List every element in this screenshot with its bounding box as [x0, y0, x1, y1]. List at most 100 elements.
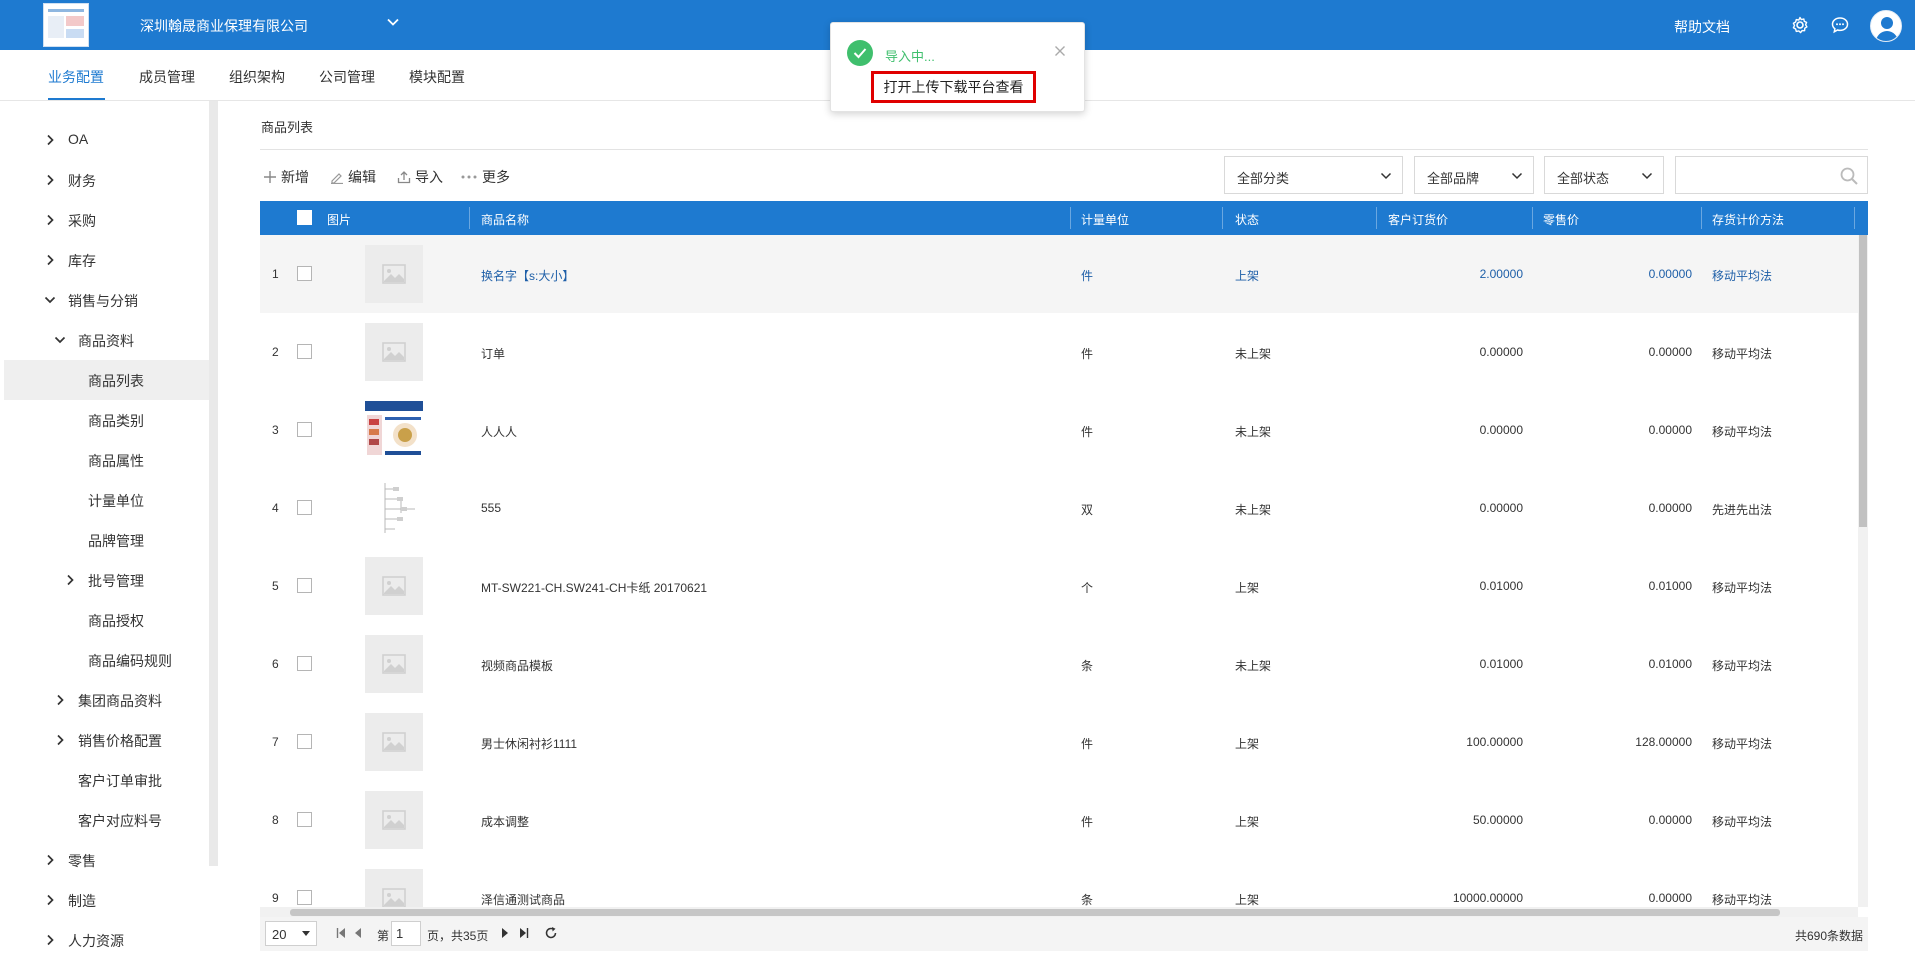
sidebar-item-0[interactable]: OA [0, 120, 209, 160]
edit-button[interactable]: 编辑 [330, 167, 376, 187]
table-row[interactable]: 5 MT-SW221-CH.SW241-CH卡纸 20170621 个 上架 0.010… [260, 547, 1858, 625]
sidebar-item-18[interactable]: 零售 [0, 840, 209, 880]
sidebar-item-1[interactable]: 财务 [0, 160, 209, 200]
first-page-icon[interactable] [336, 927, 346, 939]
table-row[interactable]: 8 成本调整 件 上架 50.00000 0.00000 移动平均法 [260, 781, 1858, 859]
chevron-down-icon[interactable] [386, 15, 400, 29]
sidebar-item-13[interactable]: 商品编码规则 [0, 640, 209, 680]
company-logo[interactable] [43, 3, 89, 47]
cell-name[interactable]: 人人人 [481, 423, 517, 440]
help-docs-link[interactable]: 帮助文档 [1674, 17, 1730, 37]
cell-name[interactable]: 换名字【s:大小】 [481, 267, 574, 284]
row-checkbox[interactable] [297, 500, 312, 515]
page-size-select[interactable]: 20 [265, 921, 317, 946]
user-avatar[interactable] [1870, 10, 1902, 42]
sidebar-item-14[interactable]: 集团商品资料 [0, 680, 209, 720]
image-placeholder-icon[interactable] [365, 245, 423, 303]
chevron-right-icon[interactable] [43, 173, 57, 187]
sidebar-item-11[interactable]: 批号管理 [0, 560, 209, 600]
add-button[interactable]: 新增 [263, 167, 309, 187]
row-checkbox[interactable] [297, 656, 312, 671]
sidebar-item-4[interactable]: 销售与分销 [0, 280, 209, 320]
sidebar-item-15[interactable]: 销售价格配置 [0, 720, 209, 760]
cell-name[interactable]: 视频商品模板 [481, 657, 553, 674]
table-horizontal-scrollbar[interactable] [260, 907, 1858, 917]
table-row[interactable]: 7 男士休闲衬衫1111 件 上架 100.00000 128.00000 移动平均法 [260, 703, 1858, 781]
tab-member-management[interactable]: 成员管理 [139, 67, 195, 87]
table-row[interactable]: 2 订单 件 未上架 0.00000 0.00000 移动平均法 [260, 313, 1858, 391]
status-filter[interactable]: 全部状态 [1544, 156, 1664, 194]
last-page-icon[interactable] [519, 927, 529, 939]
table-row[interactable]: 4 555 双 未上架 0.00000 0.00000 先进先出法 [260, 469, 1858, 547]
tab-module-config[interactable]: 模块配置 [409, 67, 465, 87]
cell-name[interactable]: 男士休闲衬衫1111 [481, 735, 577, 752]
search-input[interactable] [1682, 165, 1832, 187]
sidebar-item-2[interactable]: 采购 [0, 200, 209, 240]
chevron-down-icon[interactable] [43, 293, 57, 307]
refresh-icon[interactable] [544, 926, 558, 940]
gear-icon[interactable] [1790, 15, 1810, 35]
image-placeholder-icon[interactable] [365, 635, 423, 693]
column-header-retail-price[interactable]: 零售价 [1543, 211, 1579, 228]
row-checkbox[interactable] [297, 344, 312, 359]
sidebar-item-16[interactable]: 客户订单审批 [0, 760, 209, 800]
chevron-right-icon[interactable] [53, 693, 67, 707]
close-icon[interactable] [1054, 45, 1066, 57]
product-thumbnail[interactable] [365, 401, 423, 459]
row-checkbox[interactable] [297, 266, 312, 281]
row-checkbox[interactable] [297, 812, 312, 827]
chevron-down-icon[interactable] [53, 333, 67, 347]
cell-name[interactable]: 泽信通测试商品 [481, 891, 565, 907]
company-name[interactable]: 深圳翰晟商业保理有限公司 [140, 16, 308, 36]
chevron-right-icon[interactable] [43, 253, 57, 267]
image-placeholder-icon[interactable] [365, 557, 423, 615]
column-header-costing-method[interactable]: 存货计价方法 [1712, 211, 1784, 228]
brand-filter[interactable]: 全部品牌 [1414, 156, 1534, 194]
page-number-input[interactable]: 1 [391, 921, 421, 946]
sidebar-item-9[interactable]: 计量单位 [0, 480, 209, 520]
image-placeholder-icon[interactable] [365, 791, 423, 849]
sidebar-scrollbar[interactable] [209, 101, 218, 866]
cell-name[interactable]: 订单 [481, 345, 505, 362]
category-filter[interactable]: 全部分类 [1224, 156, 1403, 194]
row-checkbox[interactable] [297, 890, 312, 905]
chat-icon[interactable] [1830, 15, 1850, 35]
table-row[interactable]: 6 视频商品模板 条 未上架 0.01000 0.01000 移动平均法 [260, 625, 1858, 703]
table-row[interactable]: 1 换名字【s:大小】 件 上架 2.00000 0.00000 移动平均法 [260, 235, 1858, 313]
import-button[interactable]: 导入 [397, 167, 443, 187]
sidebar-item-6[interactable]: 商品列表 [4, 360, 209, 400]
previous-page-icon[interactable] [354, 927, 362, 939]
cell-name[interactable]: MT-SW221-CH.SW241-CH卡纸 20170621 [481, 579, 707, 596]
chevron-right-icon[interactable] [43, 213, 57, 227]
column-header-image[interactable]: 图片 [327, 211, 351, 228]
image-placeholder-icon[interactable] [365, 869, 423, 907]
more-button[interactable]: 更多 [460, 167, 510, 187]
table-row[interactable]: 3 人人人 件 未上架 0.00000 0.00000 移动平均法 [260, 391, 1858, 469]
sidebar-item-20[interactable]: 人力资源 [0, 920, 209, 960]
search-icon[interactable] [1839, 166, 1859, 186]
chevron-right-icon[interactable] [43, 853, 57, 867]
image-placeholder-icon[interactable] [365, 323, 423, 381]
column-header-order-price[interactable]: 客户订货价 [1388, 211, 1448, 228]
row-checkbox[interactable] [297, 734, 312, 749]
sidebar-item-5[interactable]: 商品资料 [0, 320, 209, 360]
sidebar-item-12[interactable]: 商品授权 [0, 600, 209, 640]
sidebar-item-19[interactable]: 制造 [0, 880, 209, 920]
table-vertical-scrollbar[interactable] [1858, 235, 1868, 907]
sidebar-item-17[interactable]: 客户对应料号 [0, 800, 209, 840]
column-header-name[interactable]: 商品名称 [481, 211, 529, 228]
chevron-right-icon[interactable] [43, 133, 57, 147]
tab-org-structure[interactable]: 组织架构 [229, 67, 285, 87]
tab-company-management[interactable]: 公司管理 [319, 67, 375, 87]
chevron-right-icon[interactable] [43, 893, 57, 907]
sidebar-item-3[interactable]: 库存 [0, 240, 209, 280]
cell-name[interactable]: 成本调整 [481, 813, 529, 830]
chevron-right-icon[interactable] [63, 573, 77, 587]
next-page-icon[interactable] [501, 927, 509, 939]
column-header-unit[interactable]: 计量单位 [1081, 211, 1129, 228]
open-transfer-platform-link[interactable]: 打开上传下载平台查看 [871, 71, 1036, 103]
tab-business-config[interactable]: 业务配置 [48, 67, 104, 87]
sidebar-item-10[interactable]: 品牌管理 [0, 520, 209, 560]
sidebar-item-7[interactable]: 商品类别 [0, 400, 209, 440]
sidebar-item-8[interactable]: 商品属性 [0, 440, 209, 480]
